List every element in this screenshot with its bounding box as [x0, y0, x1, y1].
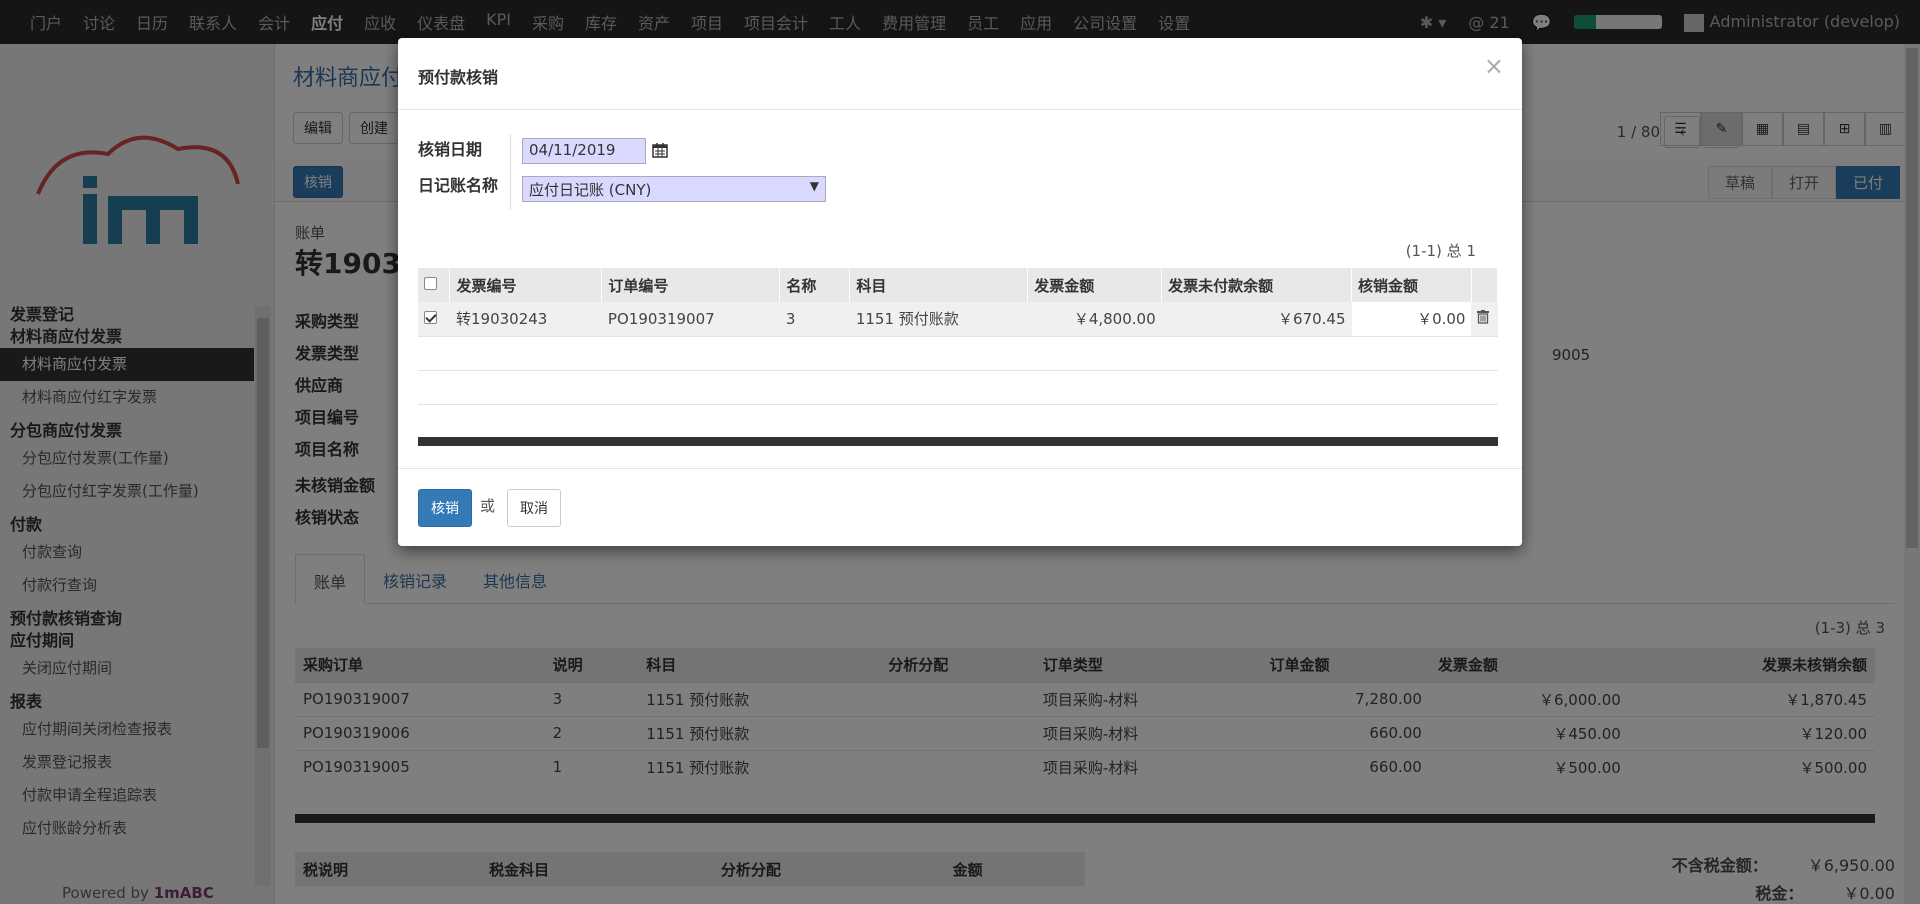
trash-icon[interactable]: [1477, 309, 1490, 324]
col-actions: [1471, 268, 1499, 302]
table-row[interactable]: 转19030243 PO190319007 3 1151 预付账款 ￥4,800…: [418, 302, 1498, 337]
journal-select[interactable]: 应付日记账 (CNY) ▼: [522, 176, 826, 202]
writeoff-date-label: 核销日期: [418, 140, 483, 159]
calendar-icon[interactable]: [652, 142, 668, 158]
col-invoice-number[interactable]: 发票编号: [449, 268, 603, 302]
journal-label: 日记账名称: [418, 176, 499, 195]
dialog-record-count: (1-1) 总 1: [1405, 242, 1476, 260]
col-order-number[interactable]: 订单编号: [601, 268, 781, 302]
writeoff-amount-input[interactable]: ￥0.00: [1351, 302, 1472, 337]
empty-row-line: [418, 370, 1498, 371]
dialog-list-footer: [418, 437, 1498, 446]
chevron-down-icon: ▼: [809, 179, 819, 193]
delete-cell: [1471, 302, 1498, 337]
dialog-header: 预付款核销 ×: [398, 38, 1522, 110]
writeoff-confirm-button[interactable]: 核销: [418, 489, 472, 527]
cell: ￥4,800.00: [1027, 302, 1162, 337]
cell: 1151 预付账款: [849, 302, 1028, 337]
empty-row-line: [418, 404, 1498, 405]
select-all-header: [418, 268, 451, 302]
cell: 3: [779, 302, 850, 337]
row-checkbox[interactable]: [424, 310, 437, 324]
or-label: 或: [480, 497, 496, 515]
dialog-title: 预付款核销: [418, 68, 499, 87]
cancel-button[interactable]: 取消: [507, 489, 561, 527]
col-unpaid-balance[interactable]: 发票未付款余额: [1161, 268, 1353, 302]
col-invoice-amount[interactable]: 发票金额: [1027, 268, 1163, 302]
cell: 转19030243: [449, 302, 602, 337]
select-all-checkbox[interactable]: [424, 277, 437, 290]
label-separator: [510, 134, 511, 210]
dialog-invoice-table: 发票编号 订单编号 名称 科目 发票金额 发票未付款余额 核销金额 转19030…: [418, 268, 1499, 337]
dialog-footer: 核销 或 取消: [398, 468, 1522, 546]
prepayment-writeoff-dialog: 预付款核销 × 核销日期 日记账名称 04/11/2019 应付日记账 (CNY…: [398, 38, 1522, 546]
col-account[interactable]: 科目: [849, 268, 1029, 302]
row-checkbox-cell: [418, 302, 450, 337]
col-name[interactable]: 名称: [779, 268, 851, 302]
cell: PO190319007: [601, 302, 780, 337]
col-writeoff-amount[interactable]: 核销金额: [1351, 268, 1472, 302]
close-icon[interactable]: ×: [1484, 52, 1504, 80]
writeoff-date-input[interactable]: 04/11/2019: [522, 138, 646, 164]
cell: ￥670.45: [1161, 302, 1352, 337]
journal-select-value: 应付日记账 (CNY): [529, 181, 652, 199]
